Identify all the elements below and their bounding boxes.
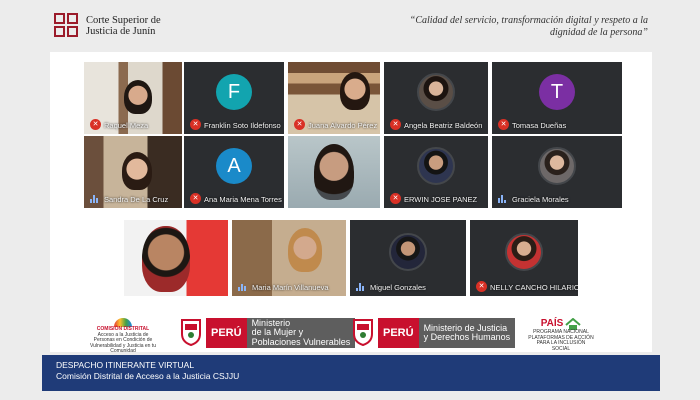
ministry-justice-name: Ministerio de Justicia y Derechos Humano…: [418, 318, 516, 348]
speaking-indicator-icon: [90, 195, 100, 203]
participant-name: NELLY CANCHO HILARIO: [490, 283, 578, 292]
mic-muted-icon: ✕: [390, 119, 401, 130]
participant-tile[interactable]: ✕ Juana Alvardo Pérez: [288, 62, 380, 134]
peru-shield-icon: [181, 319, 201, 346]
event-banner: DESPACHO ITINERANTE VIRTUAL Comisión Dis…: [42, 355, 660, 391]
peru-shield-icon: [353, 319, 373, 346]
participant-tile[interactable]: F ✕ Franklin Soto Ildefonso: [184, 62, 284, 134]
participant-name: Raquel Meza: [104, 121, 149, 130]
mic-muted-icon: ✕: [498, 119, 509, 130]
participant-name: Miguel Gonzales: [370, 283, 426, 292]
participant-figure: [124, 80, 152, 114]
ministry-women-line3: Poblaciones Vulnerables: [251, 336, 351, 347]
banner-subtitle: Comisión Distrital de Acceso a la Justic…: [56, 371, 240, 381]
participant-avatar: [505, 232, 543, 271]
participant-tile-featured[interactable]: [288, 136, 380, 208]
participant-name: Franklin Soto Ildefonso: [204, 121, 281, 130]
participant-figure: [122, 152, 152, 190]
mic-muted-icon: ✕: [390, 193, 401, 204]
participant-name: Maria Marín Villanueva: [252, 283, 329, 292]
court-name: Corte Superior de Justicia de Junín: [86, 15, 161, 37]
participant-name: Ana Maria Mena Torres: [204, 195, 282, 204]
ministry-justice-logo: PERÚ Ministerio de Justicia y Derechos H…: [352, 318, 516, 348]
participant-tile[interactable]: Miguel Gonzales: [350, 220, 466, 296]
participant-avatar: [417, 147, 455, 186]
participant-tile[interactable]: ✕ Raquel Meza: [84, 62, 182, 134]
participant-avatar: [538, 147, 576, 186]
participant-tile[interactable]: [124, 220, 228, 296]
participant-avatar: T: [539, 74, 575, 111]
participant-name: ERWIN JOSE PANEZ: [404, 195, 478, 204]
pais-text: PROGRAMA NACIONAL PLATAFORMAS DE ACCIÓN …: [528, 329, 594, 352]
ministry-women-name: Ministerio de la Mujer y Poblaciones Vul…: [246, 318, 356, 348]
participant-avatar: A: [216, 148, 252, 185]
commission-logo: COMISIÓN DISTRITAL Acceso a la Justicia …: [90, 318, 156, 354]
banner-title: DESPACHO ITINERANTE VIRTUAL: [56, 360, 195, 370]
participant-name: Juana Alvardo Pérez: [308, 121, 378, 130]
peru-brand: PERÚ: [206, 318, 247, 348]
mic-muted-icon: ✕: [476, 281, 487, 292]
participant-figure: [340, 72, 370, 110]
speaking-indicator-icon: [238, 283, 248, 291]
participant-avatar: F: [216, 74, 252, 111]
court-logo: Corte Superior de Justicia de Junín: [54, 13, 161, 39]
ministry-justice-line2: y Derechos Humanos: [423, 332, 511, 342]
pais-logo: PAÍS PROGRAMA NACIONAL PLATAFORMAS DE AC…: [528, 318, 594, 351]
participant-name: Angela Beatriz Baldeón: [404, 121, 483, 130]
mic-muted-icon: ✕: [190, 119, 201, 130]
participant-tile[interactable]: Sandra De La Cruz: [84, 136, 182, 208]
participant-avatar: [389, 232, 427, 271]
court-name-line2: Justicia de Junín: [86, 26, 156, 37]
ministry-women-logo: PERÚ Ministerio de la Mujer y Poblacione…: [180, 318, 356, 348]
participant-tile[interactable]: Maria Marín Villanueva: [232, 220, 346, 296]
participant-figure: [314, 144, 354, 200]
mic-muted-icon: ✕: [294, 119, 305, 130]
court-logo-icon: [54, 13, 80, 39]
participant-tile[interactable]: ✕ ERWIN JOSE PANEZ: [384, 136, 488, 208]
participant-figure: [288, 228, 322, 272]
participant-tile[interactable]: ✕ Angela Beatriz Baldeón: [384, 62, 488, 134]
participant-figure: [142, 226, 190, 292]
speaking-indicator-icon: [356, 283, 366, 291]
mic-muted-icon: ✕: [90, 119, 101, 130]
video-call-grid: ✕ Raquel Meza F ✕ Franklin Soto Ildefons…: [50, 52, 652, 352]
participant-name: Sandra De La Cruz: [104, 195, 169, 204]
participant-name: Tomasa Dueñas: [512, 121, 567, 130]
peru-brand: PERÚ: [378, 318, 419, 348]
commission-text: Acceso a la Justicia de Personas en Cond…: [90, 331, 156, 354]
motto: “Calidad del servicio, transformación di…: [409, 15, 648, 38]
participant-tile[interactable]: Graciela Morales: [492, 136, 622, 208]
participant-name: Graciela Morales: [512, 195, 569, 204]
participant-tile[interactable]: A ✕ Ana Maria Mena Torres: [184, 136, 284, 208]
participant-tile[interactable]: ✕ NELLY CANCHO HILARIO: [470, 220, 578, 296]
participant-avatar: [417, 73, 455, 112]
sponsor-logos: COMISIÓN DISTRITAL Acceso a la Justicia …: [50, 312, 652, 354]
court-name-line1: Corte Superior de: [86, 15, 161, 26]
speaking-indicator-icon: [498, 195, 508, 203]
participant-tile[interactable]: T ✕ Tomasa Dueñas: [492, 62, 622, 134]
mic-muted-icon: ✕: [190, 193, 201, 204]
